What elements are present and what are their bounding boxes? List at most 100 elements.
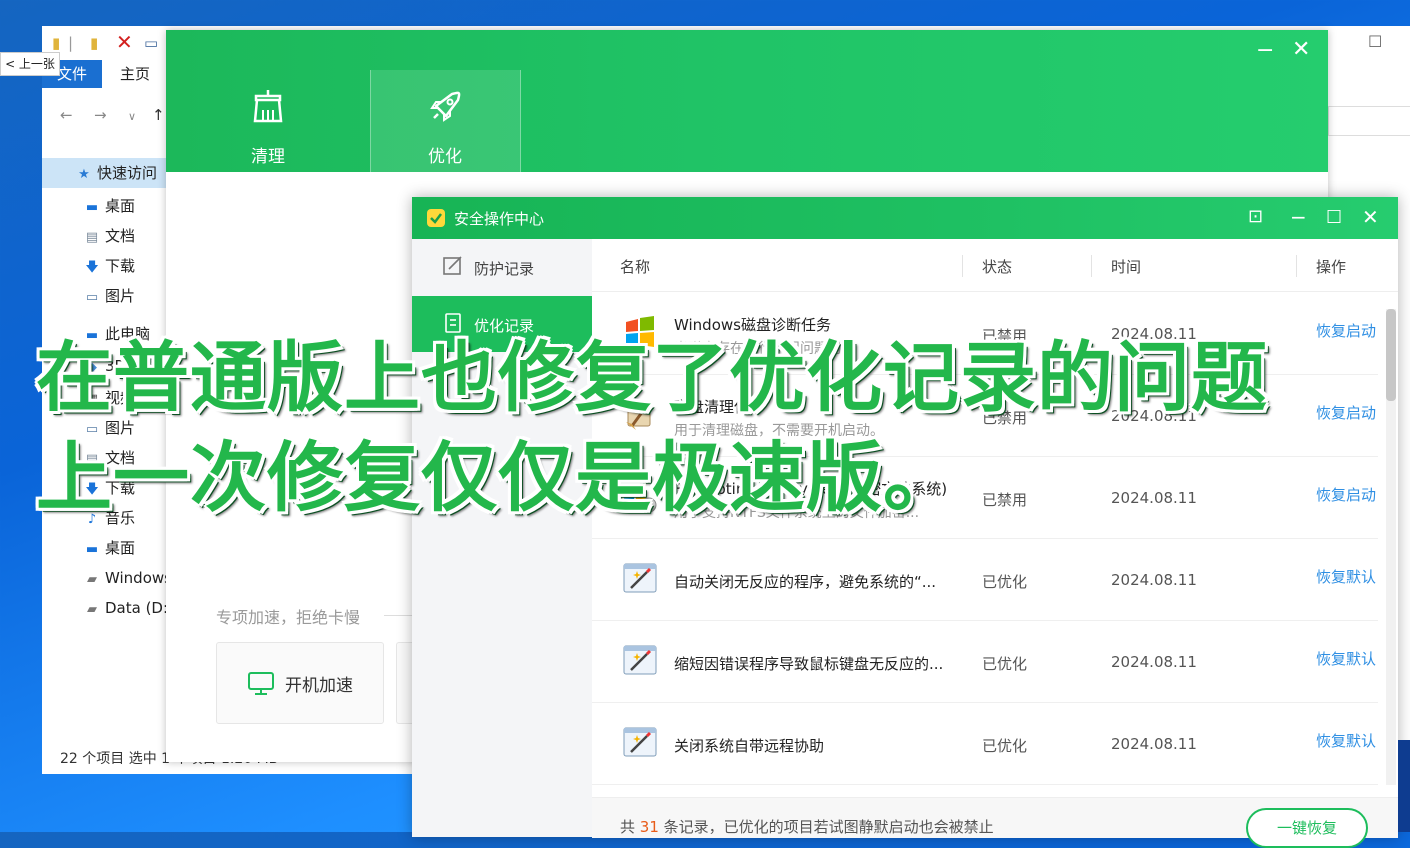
toolbar-separator: | (68, 34, 74, 52)
column-header-status[interactable]: 状态 (982, 256, 1012, 277)
restore-default-link[interactable]: 恢复默认 (1316, 730, 1376, 751)
restore-default-link[interactable]: 恢复默认 (1316, 648, 1376, 669)
maximize-icon[interactable]: ☐ (1326, 207, 1342, 228)
record-summary: 共 31 条记录，已优化的项目若试图静默启动也会被禁止 (620, 816, 994, 837)
magic-wand-window-icon (623, 645, 657, 675)
star-icon: ★ (78, 167, 90, 182)
desktop-edge (1398, 740, 1410, 832)
tab-clean[interactable]: 清理 (166, 70, 371, 172)
table-row: 缩短因错误程序导致鼠标键盘无反应的... 已优化 2024.08.11 恢复默认 (592, 620, 1378, 703)
nav-label: 桌面 (105, 539, 136, 557)
restore-default-link[interactable]: 恢复默认 (1316, 566, 1376, 587)
forward-arrow-icon[interactable]: → (94, 106, 107, 124)
table-row: 关闭系统自带远程协助 已优化 2024.08.11 恢复默认 (592, 702, 1378, 785)
tab-optimize-label: 优化 (428, 147, 462, 167)
security-logo-icon (427, 209, 445, 227)
row-time: 2024.08.11 (1111, 489, 1197, 507)
nav-item-windows-drive[interactable]: ▰ Windows (82, 564, 172, 592)
desktop-icon: ▬ (85, 200, 99, 215)
nav-label: 快速访问 (97, 164, 158, 182)
sidebar-item-protection-records[interactable]: 防护记录 (412, 239, 592, 295)
recent-dropdown-icon[interactable]: ∨ (128, 110, 136, 123)
caption-line-1: 在普通版上也修复了优化记录的问题 (36, 333, 1268, 422)
nav-item-pictures[interactable]: ▭ 图片 (82, 282, 135, 310)
nav-label: 桌面 (105, 197, 136, 215)
sidebar-item-label: 防护记录 (474, 260, 535, 278)
row-status: 已优化 (982, 655, 1028, 673)
monitor-icon (248, 672, 274, 695)
tab-optimize[interactable]: 优化 (370, 70, 521, 172)
drive-icon: ▰ (87, 602, 97, 617)
boot-accel-label: 开机加速 (285, 676, 353, 696)
close-icon[interactable]: ✕ (1362, 205, 1379, 229)
caption-line-2: 上一次修复仅仅是极速版。 (36, 433, 960, 522)
dialog-titlebar: 安全操作中心 ⊡ − ☐ ✕ (412, 197, 1398, 239)
row-name: 自动关闭无反应的程序，避免系统的“... (674, 573, 937, 591)
new-folder-icon[interactable]: ▮ (90, 34, 98, 52)
nav-item-data-drive[interactable]: ▰ Data (D:) (82, 594, 174, 622)
document-icon: ▤ (85, 230, 99, 245)
summary-prefix: 共 (620, 818, 640, 836)
dialog-title: 安全操作中心 (454, 210, 545, 228)
row-time: 2024.08.11 (1111, 653, 1197, 671)
download-icon: 🡇 (85, 260, 99, 275)
restore-all-button[interactable]: 一键恢复 (1246, 808, 1368, 848)
nav-item-documents[interactable]: ▤ 文档 (82, 222, 135, 250)
magic-wand-window-icon (623, 563, 657, 593)
tab-home[interactable]: 主页 (120, 60, 150, 88)
column-separator (1091, 255, 1092, 277)
nav-label: 图片 (105, 287, 136, 305)
drive-icon: ▰ (87, 572, 97, 587)
column-separator (1296, 255, 1297, 277)
back-arrow-icon[interactable]: ← (60, 106, 73, 124)
picture-icon: ▭ (85, 290, 99, 305)
nav-label: 文档 (105, 227, 136, 245)
previous-image-button[interactable]: < 上一张 (0, 52, 60, 76)
boot-accel-card[interactable]: 开机加速 (216, 642, 384, 724)
row-name: 关闭系统自带远程协助 (674, 737, 825, 755)
row-status: 已禁用 (982, 491, 1028, 509)
nav-item-desktop[interactable]: ▬ 桌面 (82, 192, 135, 220)
desktop-icon: ▬ (85, 542, 99, 557)
nav-item-desktop-pc[interactable]: ▬ 桌面 (82, 534, 135, 562)
restore-start-link[interactable]: 恢复启动 (1316, 402, 1376, 423)
minimize-icon[interactable]: − (1256, 38, 1274, 63)
nav-item-downloads[interactable]: 🡇 下载 (82, 252, 135, 280)
broom-icon (253, 90, 283, 123)
row-time: 2024.08.11 (1111, 735, 1197, 753)
up-arrow-icon[interactable]: ↑ (152, 106, 165, 124)
nav-label: Data (D:) (105, 599, 174, 617)
record-count: 31 (639, 818, 659, 836)
restore-start-link[interactable]: 恢复启动 (1316, 484, 1376, 505)
main-header: 清理 优化 − ✕ (166, 30, 1328, 172)
column-header-time[interactable]: 时间 (1111, 256, 1141, 277)
magic-wand-window-icon (623, 727, 657, 757)
row-name: 缩短因错误程序导致鼠标键盘无反应的... (674, 655, 944, 673)
rocket-icon (430, 91, 461, 122)
properties-icon[interactable]: ▭ (144, 34, 158, 52)
column-separator (962, 255, 963, 277)
minimize-icon[interactable]: − (1290, 205, 1307, 229)
row-time: 2024.08.11 (1111, 571, 1197, 589)
row-status: 已优化 (982, 737, 1028, 755)
nav-label: 下载 (105, 257, 136, 275)
folder-icon[interactable]: ▮ (52, 34, 60, 52)
row-status: 已优化 (982, 573, 1028, 591)
close-icon[interactable]: ✕ (1292, 37, 1310, 62)
table-header: 名称 状态 时间 操作 (592, 239, 1398, 292)
summary-suffix: 条记录，已优化的项目若试图静默启动也会被禁止 (658, 818, 994, 836)
tab-clean-label: 清理 (251, 147, 285, 167)
delete-icon[interactable]: ✕ (116, 30, 133, 54)
nav-label: Windows (105, 569, 172, 587)
maximize-icon[interactable]: ☐ (1368, 32, 1382, 51)
restore-start-link[interactable]: 恢复启动 (1316, 320, 1376, 341)
column-header-action: 操作 (1316, 258, 1347, 276)
nav-quick-access[interactable]: ★ 快速访问 (74, 159, 157, 187)
search-box[interactable] (1328, 106, 1410, 136)
table-row: 自动关闭无反应的程序，避免系统的“... 已优化 2024.08.11 恢复默认 (592, 538, 1378, 621)
edit-record-icon (443, 256, 462, 275)
scrollbar-thumb[interactable] (1386, 309, 1396, 401)
accel-caption: 专项加速，拒绝卡慢 (216, 608, 361, 627)
column-header-name[interactable]: 名称 (620, 256, 650, 277)
feedback-icon[interactable]: ⊡ (1248, 206, 1263, 227)
